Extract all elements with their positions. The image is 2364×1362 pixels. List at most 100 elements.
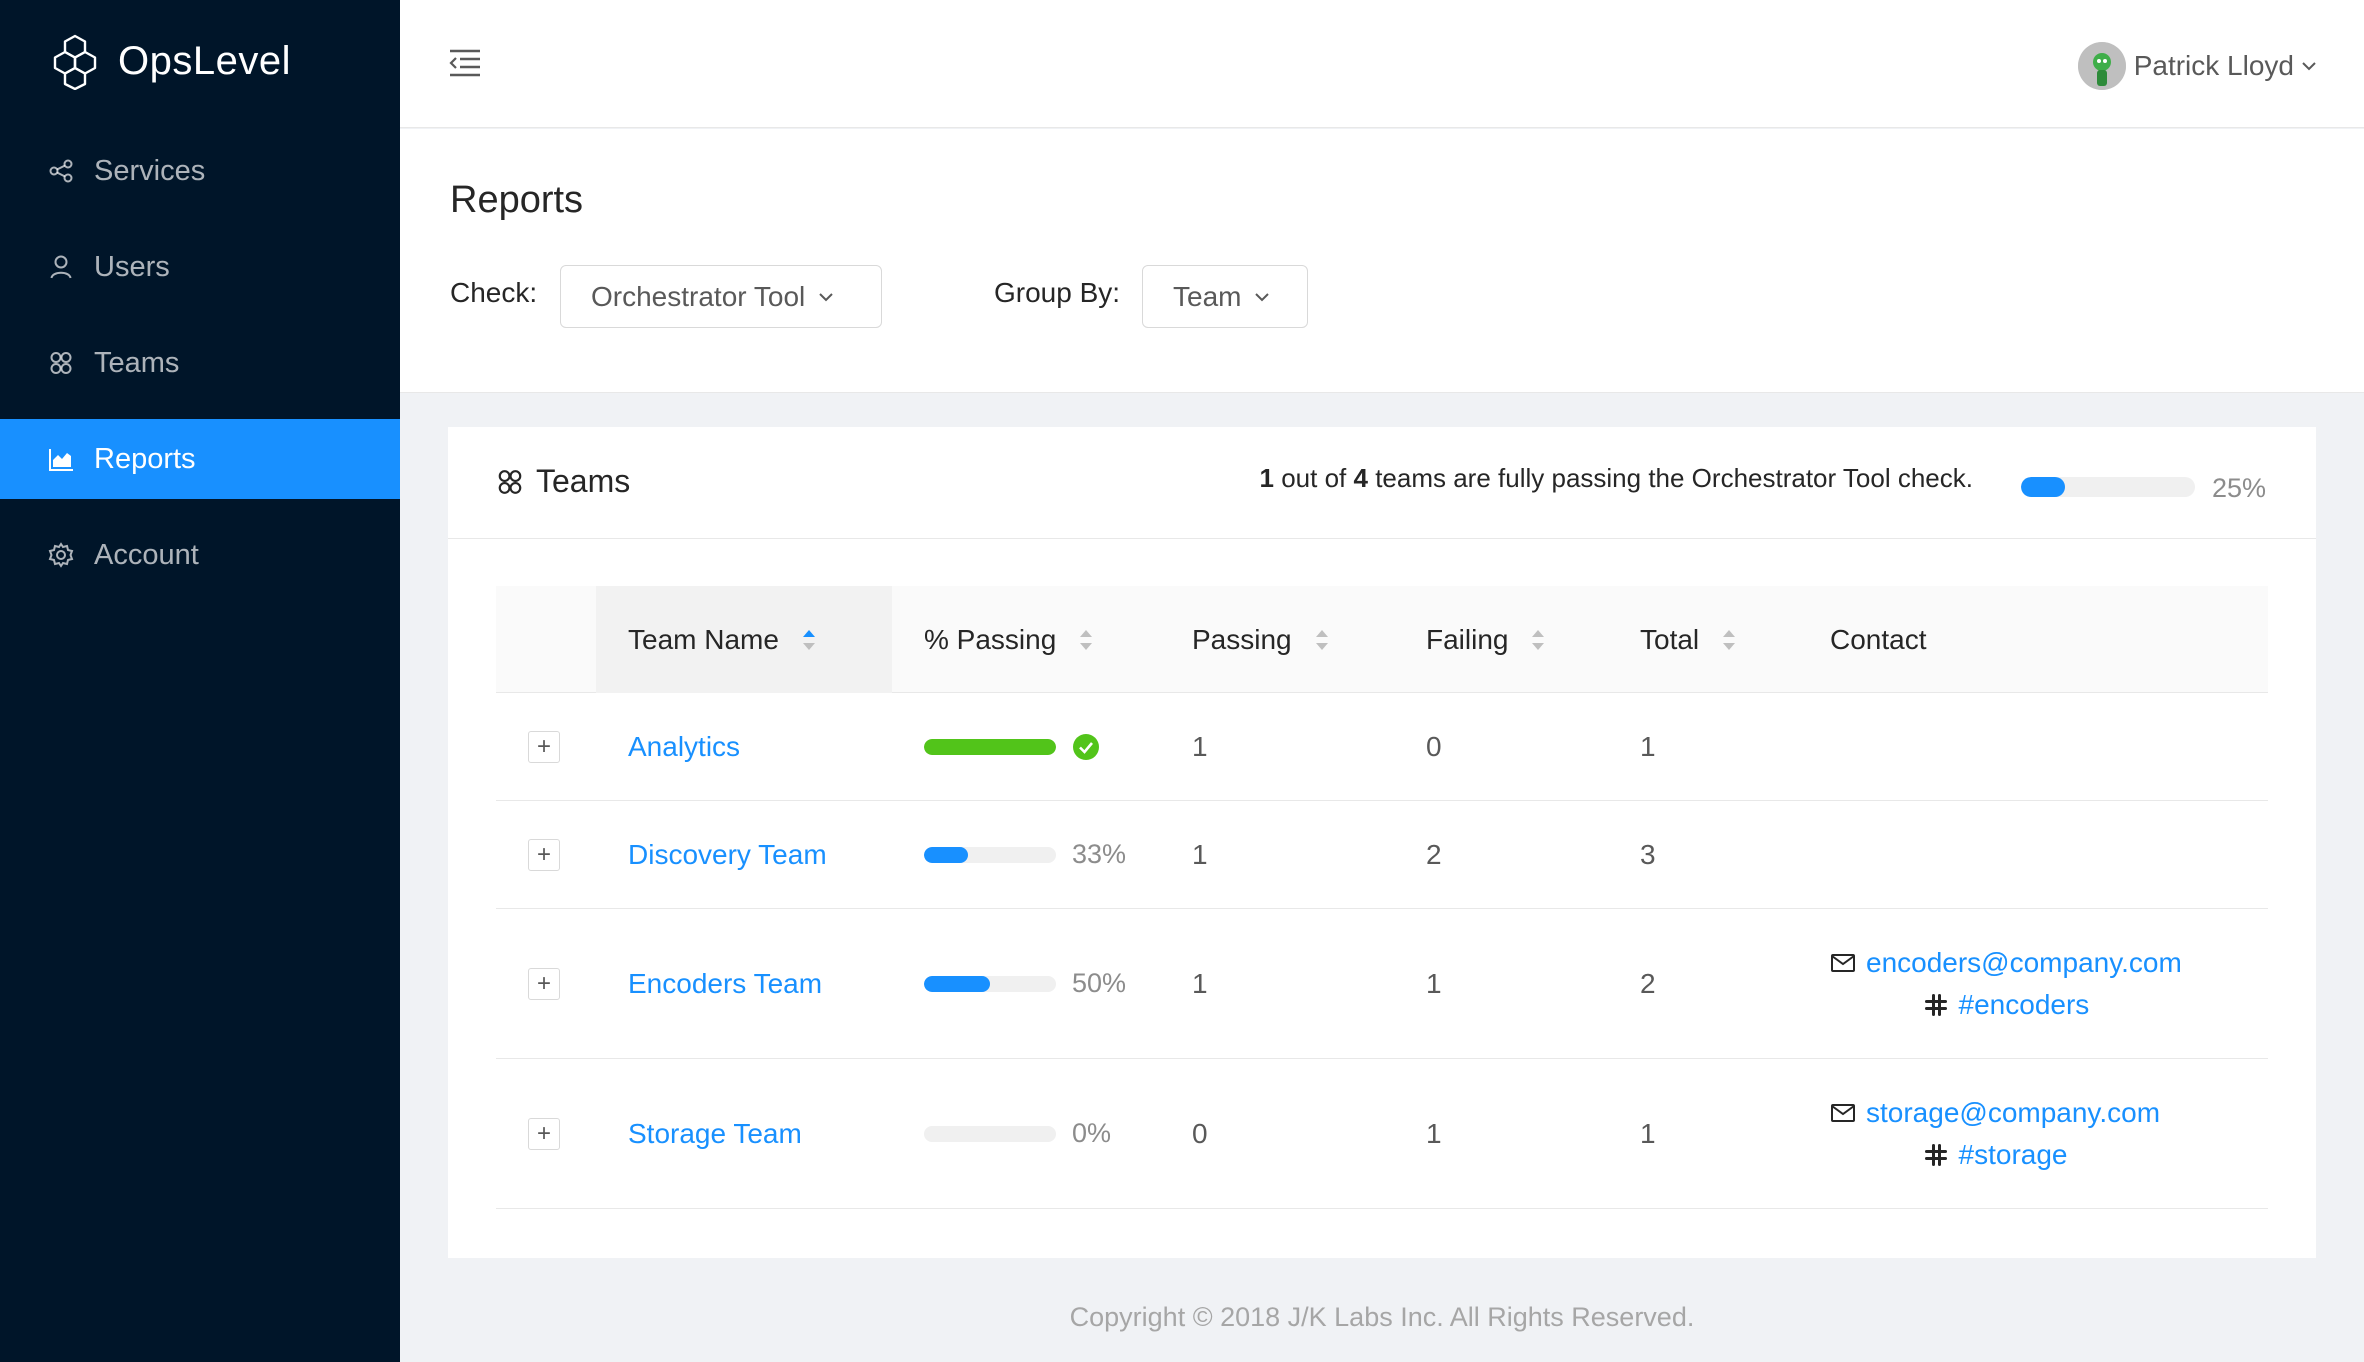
percent-passing-cell: 33% bbox=[924, 801, 1126, 908]
column-label: % Passing bbox=[924, 623, 1057, 655]
chevron-down-icon bbox=[819, 292, 833, 301]
passing-cell: 1 bbox=[1192, 730, 1208, 762]
team-name-cell: Storage Team bbox=[628, 1059, 802, 1208]
logo[interactable]: OpsLevel bbox=[46, 28, 291, 94]
total-cell: 2 bbox=[1640, 967, 1656, 999]
passing-progress-bar bbox=[924, 738, 1056, 755]
sidebar-item-users[interactable]: Users bbox=[0, 227, 400, 307]
contact-slack: #encoders bbox=[1923, 984, 2090, 1026]
column-label: Contact bbox=[1830, 623, 1927, 655]
contact-slack: #storage bbox=[1923, 1134, 2068, 1176]
avatar-icon bbox=[2077, 42, 2126, 90]
column-passing[interactable]: Passing bbox=[1192, 586, 1330, 693]
footer-copyright: Copyright © 2018 J/K Labs Inc. All Right… bbox=[1069, 1302, 1695, 1332]
top-header: Patrick Lloyd bbox=[400, 0, 2364, 128]
group-by-label: Group By: bbox=[994, 277, 1121, 308]
check-select[interactable]: Orchestrator Tool bbox=[560, 265, 882, 328]
email-link[interactable]: encoders@company.com bbox=[1866, 947, 2182, 979]
expand-cell: + bbox=[496, 1059, 560, 1208]
table-header: Team Name % Passing Passing Failing Tota… bbox=[496, 586, 2268, 693]
sort-icon bbox=[1723, 629, 1736, 650]
percent-label: 0% bbox=[1072, 1118, 1112, 1148]
page-head: Reports Check: Orchestrator Tool Group B… bbox=[400, 129, 2364, 393]
percent-passing-cell bbox=[924, 693, 1100, 800]
table-row: + Storage Team 0% 0 1 1 storage@company.… bbox=[496, 1059, 2268, 1209]
passing-summary: 1 out of 4 teams are fully passing the O… bbox=[1259, 463, 1973, 493]
chevron-down-icon bbox=[2302, 62, 2316, 71]
percent-passing-cell: 0% bbox=[924, 1059, 1111, 1208]
expand-cell: + bbox=[496, 801, 560, 908]
contact-cell: storage@company.com #storage bbox=[1830, 1059, 2160, 1208]
contact-email: storage@company.com bbox=[1830, 1092, 2160, 1134]
slack-icon bbox=[1924, 993, 1947, 1016]
card-title-text: Teams bbox=[536, 463, 631, 499]
sidebar-item-services[interactable]: Services bbox=[0, 131, 400, 211]
expand-row-button[interactable]: + bbox=[528, 838, 560, 871]
team-link[interactable]: Storage Team bbox=[628, 1118, 802, 1150]
group-by-select[interactable]: Team bbox=[1142, 265, 1308, 328]
team-link[interactable]: Encoders Team bbox=[628, 968, 822, 1000]
contact-cell: encoders@company.com #encoders bbox=[1830, 909, 2182, 1058]
email-link[interactable]: storage@company.com bbox=[1866, 1097, 2160, 1129]
passing-progress-fill bbox=[924, 738, 1056, 755]
column-label: Team Name bbox=[628, 623, 779, 655]
user-menu[interactable]: Patrick Lloyd bbox=[2077, 40, 2318, 92]
column-contact: Contact bbox=[1830, 586, 1927, 693]
card-header: Teams 1 out of 4 teams are fully passing… bbox=[448, 427, 2316, 539]
sidebar-item-label: Users bbox=[94, 250, 170, 283]
card-title: Teams bbox=[496, 463, 630, 500]
sidebar-item-label: Teams bbox=[94, 346, 180, 379]
expand-row-button[interactable]: + bbox=[528, 967, 560, 1000]
sidebar-item-label: Account bbox=[94, 538, 199, 571]
team-name-cell: Discovery Team bbox=[628, 801, 827, 908]
column-total[interactable]: Total bbox=[1640, 586, 1737, 693]
sidebar-item-label: Reports bbox=[94, 442, 196, 475]
total-cell: 3 bbox=[1640, 838, 1656, 870]
sidebar-item-teams[interactable]: Teams bbox=[0, 323, 400, 403]
summary-progress-bar bbox=[2021, 477, 2195, 497]
column-label: Failing bbox=[1426, 623, 1509, 655]
expand-row-button[interactable]: + bbox=[528, 730, 560, 763]
column-percent-passing[interactable]: % Passing bbox=[924, 586, 1094, 693]
passing-progress-fill bbox=[924, 846, 968, 863]
failing-cell: 0 bbox=[1426, 730, 1442, 762]
sidebar-item-account[interactable]: Account bbox=[0, 515, 400, 595]
sidebar-item-reports[interactable]: Reports bbox=[0, 419, 400, 499]
team-name-cell: Encoders Team bbox=[628, 909, 822, 1058]
sidebar-item-label: Services bbox=[94, 154, 206, 187]
teams-report-card: Teams 1 out of 4 teams are fully passing… bbox=[448, 427, 2316, 1258]
app-name: OpsLevel bbox=[118, 38, 291, 83]
team-icon bbox=[498, 469, 522, 494]
table-row: + Analytics 1 0 1 bbox=[496, 693, 2268, 801]
check-label: Check: bbox=[450, 277, 538, 308]
passing-progress-bar bbox=[924, 975, 1056, 992]
user-icon bbox=[50, 255, 72, 279]
team-link[interactable]: Analytics bbox=[628, 731, 740, 763]
table-row: + Discovery Team 33% 1 2 3 bbox=[496, 801, 2268, 909]
mail-icon bbox=[1831, 1103, 1855, 1122]
expand-cell: + bbox=[496, 909, 560, 1058]
sort-icon bbox=[1080, 629, 1093, 650]
failing-cell: 1 bbox=[1426, 967, 1442, 999]
share-nodes-icon bbox=[49, 159, 73, 183]
slack-channel-link[interactable]: #encoders bbox=[1959, 989, 2090, 1021]
chevron-down-icon bbox=[1255, 292, 1270, 301]
menu-fold-icon[interactable] bbox=[448, 48, 482, 78]
summary-progress-percent: 25% bbox=[2212, 473, 2267, 503]
gear-icon bbox=[48, 542, 74, 568]
passing-progress-bar bbox=[924, 1125, 1056, 1142]
column-failing[interactable]: Failing bbox=[1426, 586, 1546, 693]
sidebar-nav: Services Users Teams Reports Account bbox=[0, 131, 400, 611]
check-select-value: Orchestrator Tool bbox=[591, 280, 806, 312]
expand-row-button[interactable]: + bbox=[528, 1117, 560, 1150]
passing-cell: 1 bbox=[1192, 838, 1208, 870]
contact-email: encoders@company.com bbox=[1830, 942, 2182, 984]
page-title: Reports bbox=[450, 179, 584, 221]
check-circle-icon bbox=[1073, 733, 1099, 760]
table-row: + Encoders Team 50% 1 1 2 encoders@compa… bbox=[496, 909, 2268, 1059]
team-link[interactable]: Discovery Team bbox=[628, 839, 827, 871]
percent-label: 50% bbox=[1072, 968, 1127, 998]
failing-cell: 2 bbox=[1426, 838, 1442, 870]
column-team-name[interactable]: Team Name bbox=[596, 586, 892, 693]
slack-channel-link[interactable]: #storage bbox=[1959, 1139, 2068, 1171]
